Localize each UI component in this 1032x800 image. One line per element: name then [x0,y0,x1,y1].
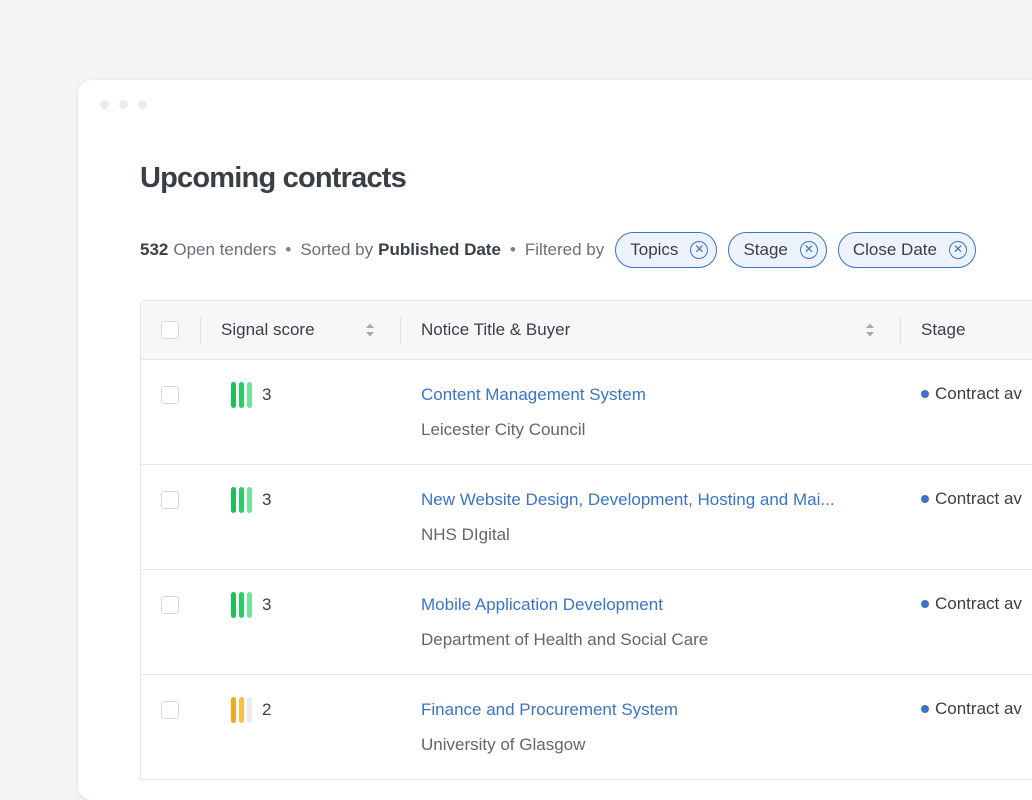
notice-cell: Mobile Application Development Departmen… [421,595,708,650]
signal-score-value: 3 [262,595,272,614]
signal-bars-icon [231,382,252,408]
stage-status-dot [921,495,929,503]
filter-chip-label: Stage [743,240,788,259]
stage-status-dot [921,600,929,608]
signal-score: 3 [231,592,271,618]
filter-chip-label: Topics [630,240,679,259]
column-header-label: Notice Title & Buyer [421,320,571,339]
results-summary: 532 Open tenders • Sorted by Published D… [140,231,976,269]
sorted-by-label: Sorted by [300,240,374,259]
column-divider [400,317,401,345]
signal-score: 3 [231,487,271,513]
result-count: 532 [140,240,169,259]
stage-label: Contract av [935,489,1022,508]
table-row[interactable]: 2 Finance and Procurement System Univers… [141,675,1032,780]
filter-chip-stage[interactable]: Stage ✕ [728,232,827,268]
column-header-stage[interactable]: Stage [921,301,965,359]
buyer-name: Department of Health and Social Care [421,630,709,649]
table-row[interactable]: 3 New Website Design, Development, Hosti… [141,465,1032,570]
separator: • [509,240,516,259]
window-dot [138,100,147,109]
signal-score-value: 3 [262,490,272,509]
signal-bars-icon [231,592,252,618]
row-checkbox[interactable] [161,386,179,404]
signal-bars-icon [231,697,252,723]
row-checkbox[interactable] [161,491,179,509]
filtered-by-label: Filtered by [524,240,605,259]
stage-cell: Contract av [921,699,1022,719]
column-header-label: Stage [921,320,966,339]
filter-chip-label: Close Date [852,240,937,259]
column-header-label: Signal score [221,320,315,339]
window-controls [100,100,147,109]
column-divider [900,317,901,345]
sort-icon[interactable] [365,322,375,338]
notice-cell: New Website Design, Development, Hosting… [421,490,835,545]
column-header-signal-score[interactable]: Signal score [221,301,315,359]
stage-cell: Contract av [921,384,1022,404]
stage-label: Contract av [935,384,1022,403]
notice-title-link[interactable]: Mobile Application Development [421,595,708,615]
signal-bars-icon [231,487,252,513]
stage-label: Contract av [935,594,1022,613]
signal-score-value: 3 [262,385,272,404]
separator: • [285,240,292,259]
filter-chip-close-date[interactable]: Close Date ✕ [837,232,976,268]
notice-title-link[interactable]: Content Management System [421,385,646,405]
notice-title-link[interactable]: New Website Design, Development, Hosting… [421,490,835,510]
stage-status-dot [921,705,929,713]
contracts-table: Signal score Notice Title & Buyer Stage [140,300,1032,780]
remove-filter-icon[interactable]: ✕ [799,241,818,259]
signal-score: 3 [231,382,271,408]
stage-cell: Contract av [921,594,1022,614]
remove-filter-icon[interactable]: ✕ [690,241,709,259]
signal-score: 2 [231,697,271,723]
notice-cell: Content Management System Leicester City… [421,385,646,440]
notice-title-link[interactable]: Finance and Procurement System [421,700,678,720]
page-title: Upcoming contracts [140,162,407,194]
result-count-label: Open tenders [173,240,277,259]
row-checkbox[interactable] [161,596,179,614]
buyer-name: NHS DIgital [421,525,510,544]
signal-score-value: 2 [262,700,272,719]
select-all-cell [161,301,179,359]
notice-cell: Finance and Procurement System Universit… [421,700,678,755]
stage-status-dot [921,390,929,398]
window-dot [119,100,128,109]
stage-label: Contract av [935,699,1022,718]
buyer-name: Leicester City Council [421,420,586,439]
buyer-name: University of Glasgow [421,735,586,754]
sorted-by-value[interactable]: Published Date [378,240,501,260]
row-checkbox[interactable] [161,701,179,719]
stage-cell: Contract av [921,489,1022,509]
column-header-notice-title[interactable]: Notice Title & Buyer [421,301,570,359]
window-dot [100,100,109,109]
app-window: Upcoming contracts 532 Open tenders • So… [78,80,1032,800]
column-divider [200,317,201,345]
table-row[interactable]: 3 Mobile Application Development Departm… [141,570,1032,675]
filter-chip-topics[interactable]: Topics ✕ [615,232,718,268]
select-all-checkbox[interactable] [161,321,179,339]
remove-filter-icon[interactable]: ✕ [948,241,967,259]
sort-icon[interactable] [865,322,875,338]
table-header: Signal score Notice Title & Buyer Stage [141,301,1032,360]
table-row[interactable]: 3 Content Management System Leicester Ci… [141,360,1032,465]
